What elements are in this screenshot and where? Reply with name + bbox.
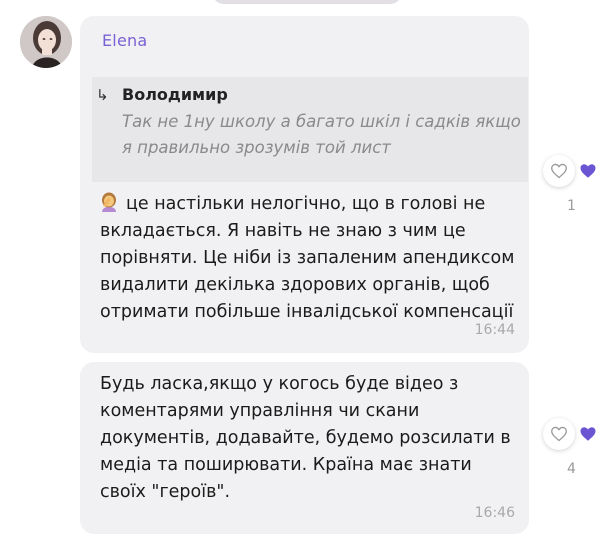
- chat-view: Elena ↳ Володимир Так не 1ну школу а баг…: [0, 0, 607, 537]
- like-button[interactable]: [543, 418, 575, 450]
- reaction-count[interactable]: 4: [567, 461, 576, 477]
- reaction-group: 4: [543, 418, 603, 478]
- message-bubble[interactable]: Elena ↳ Володимир Так не 1ну школу а баг…: [80, 16, 529, 353]
- reaction-group: 1: [543, 155, 603, 215]
- sender-name[interactable]: Elena: [102, 31, 147, 50]
- avatar-photo: [20, 16, 72, 68]
- reply-author: Володимир: [122, 85, 228, 104]
- like-button[interactable]: [543, 155, 575, 187]
- avatar[interactable]: [20, 16, 72, 68]
- reaction-count[interactable]: 1: [567, 198, 576, 214]
- heart-filled-icon: [580, 427, 596, 441]
- message-time: 16:46: [474, 505, 515, 521]
- woman-facepalming-icon: [102, 192, 116, 212]
- reply-arrow-icon: ↳: [96, 86, 109, 104]
- message-text: Будь ласка,якщо у когось буде відео з ко…: [100, 374, 511, 502]
- heart-outline-icon: [551, 426, 567, 442]
- reply-text: Так не 1ну школу а багато шкіл і садків …: [122, 112, 521, 157]
- message-bubble[interactable]: Будь ласка,якщо у когось буде відео з ко…: [80, 362, 529, 534]
- heart-outline-icon: [551, 163, 567, 179]
- message-time: 16:44: [474, 322, 515, 338]
- previous-message-edge: [212, 0, 402, 4]
- heart-filled-icon: [580, 164, 596, 178]
- message-text: це настільки нелогічно, що в голові не в…: [100, 191, 515, 326]
- reply-quote[interactable]: ↳ Володимир Так не 1ну школу а багато шк…: [92, 77, 528, 182]
- message-body: це настільки нелогічно, що в голові не в…: [100, 194, 515, 322]
